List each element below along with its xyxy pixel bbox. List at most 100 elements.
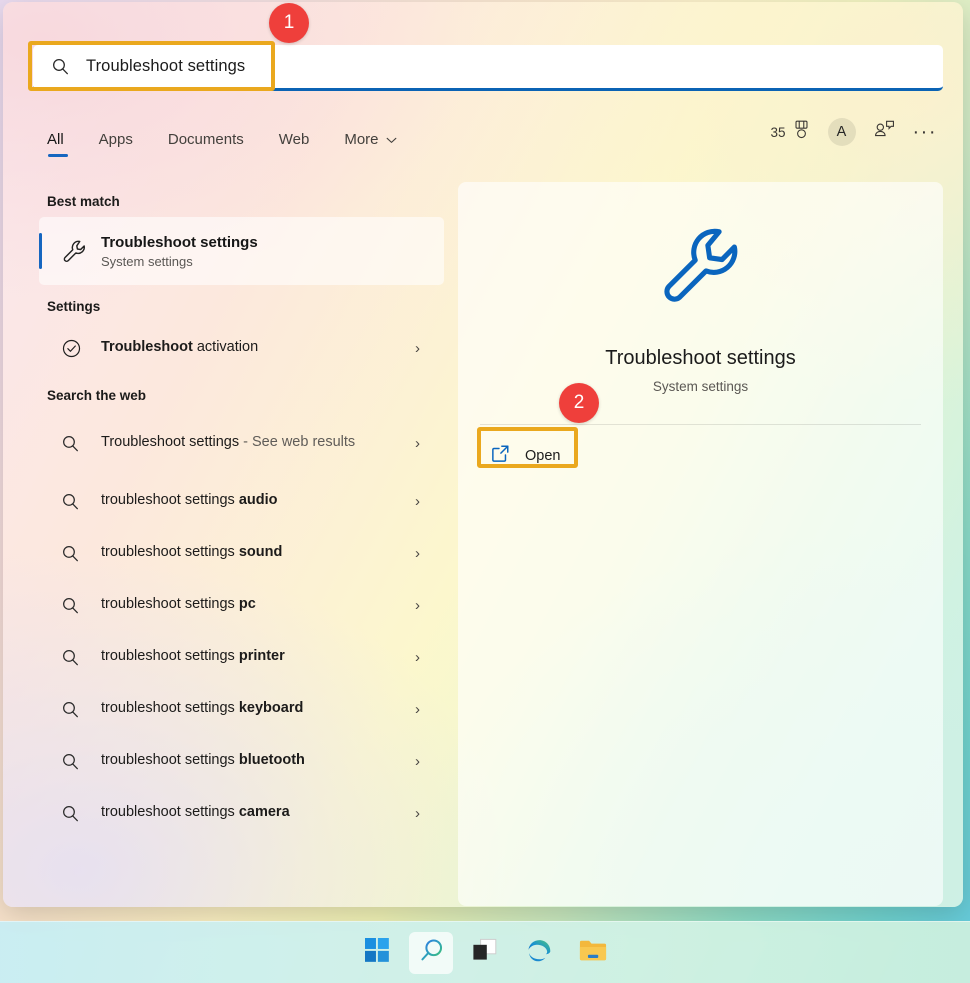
web-result-row[interactable]: troubleshoot settings keyboard › bbox=[39, 683, 444, 735]
best-match-item[interactable]: Troubleshoot settings System settings bbox=[39, 217, 444, 285]
taskbar-start-button[interactable] bbox=[355, 932, 399, 974]
web-result-label: troubleshoot settings sound bbox=[101, 542, 415, 563]
open-label: Open bbox=[525, 448, 561, 464]
chevron-right-icon: › bbox=[415, 648, 420, 666]
best-match-subtitle: System settings bbox=[101, 253, 193, 269]
web-result-normal: troubleshoot settings bbox=[101, 596, 239, 613]
annotation-badge-1: 1 bbox=[269, 3, 309, 43]
web-result-bold: keyboard bbox=[238, 700, 304, 717]
search-icon bbox=[61, 596, 101, 615]
web-result-normal: troubleshoot settings bbox=[101, 700, 239, 717]
web-result-bold: audio bbox=[238, 492, 278, 509]
taskbar-search-button[interactable] bbox=[409, 931, 453, 974]
search-icon bbox=[61, 434, 101, 453]
tab-documents-label: Documents bbox=[167, 131, 244, 148]
detail-title: Troubleshoot settings bbox=[605, 347, 796, 369]
detail-pane: Troubleshoot settings System settings Op… bbox=[458, 182, 943, 906]
web-result-label: troubleshoot settings printer bbox=[101, 646, 415, 667]
search-input[interactable] bbox=[86, 57, 943, 76]
avatar[interactable]: A bbox=[827, 118, 856, 146]
chevron-right-icon: › bbox=[415, 804, 420, 822]
best-match-title: Troubleshoot settings bbox=[101, 233, 258, 251]
web-result-normal: troubleshoot settings bbox=[101, 544, 239, 561]
search-icon bbox=[61, 804, 101, 823]
detail-divider bbox=[480, 424, 921, 425]
tab-apps-label: Apps bbox=[98, 131, 133, 148]
chevron-right-icon: › bbox=[415, 434, 420, 452]
tab-more-label: More bbox=[344, 131, 379, 148]
taskbar-task-view-button[interactable] bbox=[463, 932, 507, 974]
web-result-row[interactable]: troubleshoot settings pc › bbox=[39, 579, 444, 631]
start-icon bbox=[364, 937, 390, 968]
chevron-right-icon: › bbox=[415, 339, 420, 357]
search-box[interactable] bbox=[33, 45, 943, 91]
feedback-person-icon[interactable] bbox=[874, 120, 895, 144]
web-result-bold: pc bbox=[238, 596, 256, 613]
web-result-row[interactable]: troubleshoot settings bluetooth › bbox=[39, 735, 444, 787]
web-result-bold: bluetooth bbox=[238, 752, 305, 769]
web-result-label: troubleshoot settings keyboard bbox=[101, 698, 415, 719]
web-result-normal: Troubleshoot settings bbox=[101, 434, 240, 451]
rewards-count: 35 bbox=[770, 124, 786, 140]
search-icon bbox=[61, 648, 101, 667]
search-icon bbox=[61, 492, 101, 511]
web-result-row[interactable]: Troubleshoot settings - See web results … bbox=[39, 411, 444, 475]
annotation-badge-2: 2 bbox=[559, 383, 599, 423]
check-circle-icon bbox=[61, 338, 101, 359]
web-result-label: troubleshoot settings bluetooth bbox=[101, 750, 415, 771]
web-result-bold: sound bbox=[238, 544, 283, 561]
web-result-label: troubleshoot settings camera bbox=[101, 802, 415, 823]
web-result-muted: - See web results bbox=[239, 434, 356, 451]
external-link-icon bbox=[490, 443, 511, 469]
web-result-normal: troubleshoot settings bbox=[101, 752, 239, 769]
web-result-label: troubleshoot settings pc bbox=[101, 594, 415, 615]
settings-result-rest: activation bbox=[192, 339, 259, 356]
search-icon bbox=[51, 57, 70, 76]
open-button[interactable]: Open bbox=[482, 439, 568, 473]
best-match-text: Troubleshoot settings System settings bbox=[101, 234, 258, 269]
overflow-menu-icon[interactable]: ··· bbox=[913, 122, 937, 142]
web-result-row[interactable]: troubleshoot settings printer › bbox=[39, 631, 444, 683]
web-result-normal: troubleshoot settings bbox=[101, 648, 239, 665]
search-icon bbox=[61, 544, 101, 563]
tab-web[interactable]: Web bbox=[279, 131, 310, 153]
rewards-button[interactable]: 35 bbox=[770, 120, 809, 144]
tab-more[interactable]: More bbox=[344, 131, 396, 153]
header-actions: 35 A ··· bbox=[770, 118, 937, 146]
chevron-right-icon: › bbox=[415, 544, 420, 562]
search-icon bbox=[61, 700, 101, 719]
results-list: Best match Troubleshoot settings System … bbox=[3, 180, 458, 905]
web-result-bold: camera bbox=[238, 804, 290, 821]
settings-result-row[interactable]: Troubleshoot activation › bbox=[39, 322, 444, 374]
chevron-right-icon: › bbox=[415, 700, 420, 718]
tab-documents[interactable]: Documents bbox=[168, 131, 244, 153]
settings-result-label: Troubleshoot activation bbox=[101, 337, 415, 358]
best-match-heading: Best match bbox=[47, 194, 120, 209]
detail-subtitle: System settings bbox=[652, 379, 749, 394]
web-result-bold: printer bbox=[238, 648, 285, 665]
settings-result-bold: Troubleshoot bbox=[101, 339, 193, 356]
web-result-label: troubleshoot settings audio bbox=[101, 490, 415, 511]
web-result-row[interactable]: troubleshoot settings camera › bbox=[39, 787, 444, 839]
search-icon bbox=[61, 752, 101, 771]
web-result-row[interactable]: troubleshoot settings audio › bbox=[39, 475, 444, 527]
taskbar-edge-button[interactable] bbox=[517, 932, 561, 974]
search-the-web-heading: Search the web bbox=[47, 388, 147, 403]
web-result-normal: troubleshoot settings bbox=[101, 492, 239, 509]
search-flyout-panel: All Apps Documents Web More bbox=[3, 2, 963, 907]
tab-apps[interactable]: Apps bbox=[99, 131, 133, 153]
search-icon bbox=[418, 937, 445, 969]
tab-all-label: All bbox=[47, 131, 64, 148]
web-result-row[interactable]: troubleshoot settings sound › bbox=[39, 527, 444, 579]
file-explorer-icon bbox=[579, 938, 607, 968]
rewards-medal-icon bbox=[793, 120, 810, 144]
chevron-right-icon: › bbox=[415, 492, 420, 510]
web-result-label: Troubleshoot settings - See web results bbox=[101, 432, 415, 453]
web-result-normal: troubleshoot settings bbox=[101, 804, 239, 821]
taskbar bbox=[0, 921, 970, 983]
chevron-right-icon: › bbox=[415, 596, 420, 614]
chevron-down-icon bbox=[386, 131, 397, 148]
taskbar-file-explorer-button[interactable] bbox=[571, 932, 615, 974]
tab-all[interactable]: All bbox=[47, 131, 68, 157]
edge-icon bbox=[526, 937, 553, 969]
